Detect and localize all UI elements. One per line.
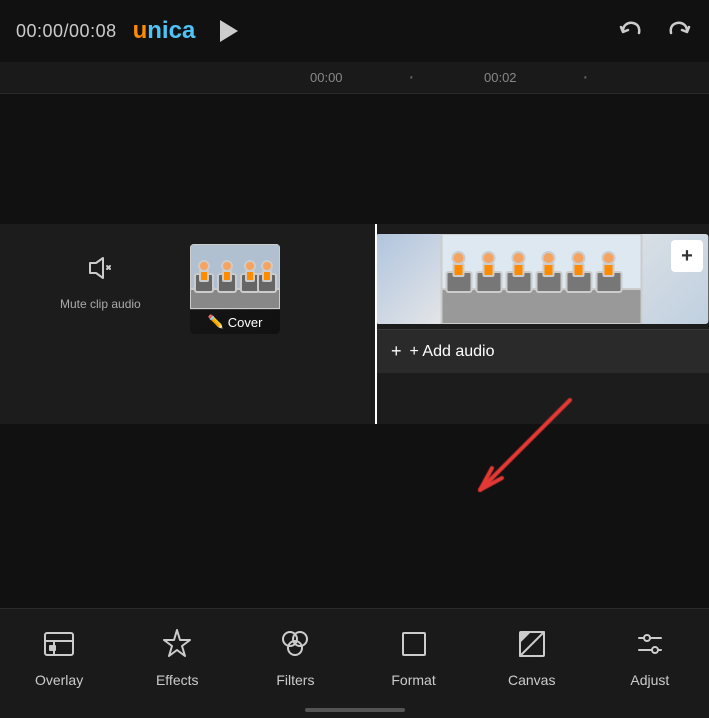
overlay-label: Overlay <box>35 672 83 688</box>
add-audio-plus-icon: + <box>391 341 402 362</box>
filters-label: Filters <box>276 672 314 688</box>
header-actions <box>617 17 693 45</box>
app-logo: unica <box>133 17 196 45</box>
effects-toolbar-item[interactable]: Effects <box>137 616 217 696</box>
timeline-ruler[interactable]: 00:00 · 00:02 · <box>0 62 709 94</box>
format-label: Format <box>391 672 435 688</box>
filters-toolbar-item[interactable]: Filters <box>255 616 335 696</box>
format-icon <box>394 624 434 664</box>
overlay-icon <box>39 624 79 664</box>
mute-clip-button[interactable]: Mute clip audio <box>60 252 141 313</box>
edit-pencil-icon: ✏️ <box>208 314 224 330</box>
canvas-toolbar-item[interactable]: Canvas <box>492 616 572 696</box>
header: 00:00/00:08 unica <box>0 0 709 62</box>
ruler-mark-2: 00:02 <box>484 70 517 85</box>
canvas-icon <box>512 624 552 664</box>
play-icon <box>220 20 238 42</box>
effects-icon <box>157 624 197 664</box>
cover-label: ✏️ Cover <box>190 310 280 334</box>
add-clip-button[interactable]: + <box>671 240 703 272</box>
cover-thumbnail[interactable]: ✏️ Cover <box>190 244 280 334</box>
effects-label: Effects <box>156 672 199 688</box>
mute-label: Mute clip audio <box>60 297 141 313</box>
add-audio-button[interactable]: + + Add audio <box>375 329 709 373</box>
ruler-dot-3: · <box>582 66 589 89</box>
video-scene <box>375 234 708 324</box>
cover-text: Cover <box>228 315 263 330</box>
adjust-icon <box>630 624 670 664</box>
timeline-area[interactable]: Mute clip audio <box>0 224 709 424</box>
adjust-toolbar-item[interactable]: Adjust <box>610 616 690 696</box>
adjust-label: Adjust <box>630 672 669 688</box>
bottom-toolbar: Overlay Effects Filters Format <box>0 608 709 718</box>
home-indicator <box>305 708 405 712</box>
add-audio-text: + Add audio <box>410 343 495 361</box>
logo-rest: nica <box>147 17 195 44</box>
video-strip[interactable]: + <box>375 234 709 324</box>
logo-u: u <box>133 17 148 44</box>
playhead <box>375 224 377 424</box>
cover-scene-svg <box>190 244 280 309</box>
ruler-dot-1: · <box>408 66 415 89</box>
undo-button[interactable] <box>617 17 645 45</box>
play-button[interactable] <box>215 17 243 45</box>
filters-icon <box>275 624 315 664</box>
cover-inner: ✏️ Cover <box>190 244 280 334</box>
timecode-display: 00:00/00:08 <box>16 21 117 42</box>
speaker-icon <box>84 252 116 291</box>
video-frame-1 <box>375 234 709 324</box>
redo-button[interactable] <box>665 17 693 45</box>
ruler-mark-0: 00:00 <box>310 70 343 85</box>
canvas-label: Canvas <box>508 672 555 688</box>
format-toolbar-item[interactable]: Format <box>374 616 454 696</box>
overlay-toolbar-item[interactable]: Overlay <box>19 616 99 696</box>
workspace <box>0 94 709 224</box>
